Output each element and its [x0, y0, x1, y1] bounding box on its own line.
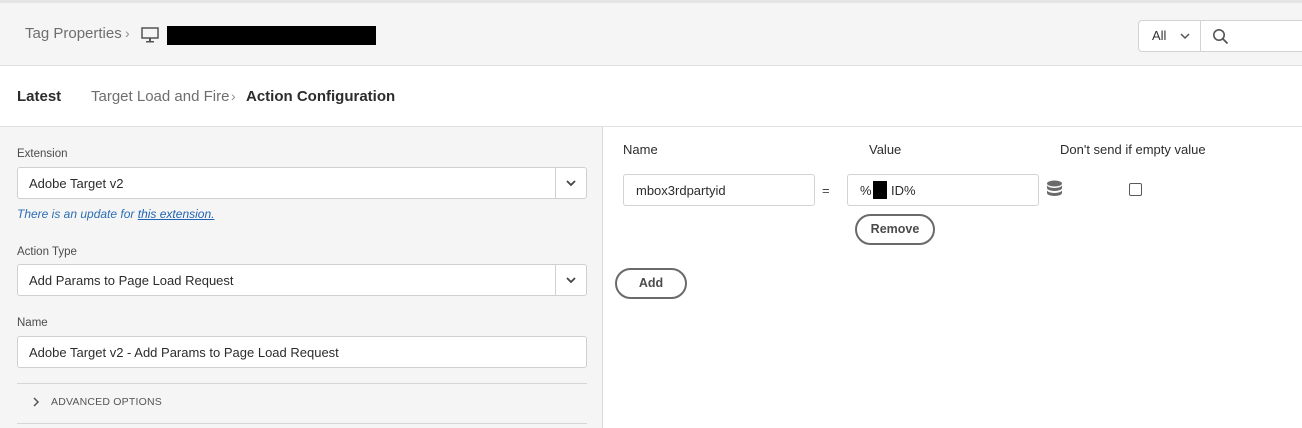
dont-send-if-empty-checkbox[interactable] — [1129, 183, 1142, 196]
chevron-right-icon[interactable] — [32, 396, 40, 408]
rule-breadcrumb-bar: Latest Target Load and Fire › Action Con… — [0, 66, 1302, 127]
action-type-label: Action Type — [17, 246, 77, 258]
action-config-pane: Extension Adobe Target v2 There is an up… — [0, 127, 603, 428]
param-value-suffix: ID% — [891, 183, 916, 198]
breadcrumb-rule[interactable]: Target Load and Fire — [91, 88, 229, 105]
action-type-dropdown-button[interactable] — [555, 265, 586, 295]
property-name-redacted — [167, 26, 376, 45]
add-param-button[interactable]: Add — [615, 268, 687, 299]
name-label: Name — [17, 317, 48, 329]
equals-sign: = — [822, 183, 830, 198]
action-name-field[interactable]: Adobe Target v2 - Add Params to Page Loa… — [17, 336, 587, 368]
search-icon[interactable] — [1212, 28, 1229, 45]
update-note-text: There is an update for — [17, 207, 138, 221]
extension-select[interactable]: Adobe Target v2 — [17, 167, 587, 199]
extension-label: Extension — [17, 148, 68, 160]
divider — [17, 383, 587, 384]
param-value-redacted — [873, 181, 887, 199]
breadcrumb-current: Action Configuration — [246, 88, 396, 105]
breadcrumb-separator: › — [231, 88, 236, 104]
database-icon[interactable] — [1046, 180, 1063, 199]
param-name-value: mbox3rdpartyid — [636, 183, 726, 198]
action-name-value: Adobe Target v2 - Add Params to Page Loa… — [29, 345, 339, 360]
divider — [17, 423, 587, 424]
chevron-down-icon — [566, 180, 576, 187]
breadcrumb-separator: › — [125, 25, 130, 41]
param-value-input[interactable]: % ID% — [847, 174, 1039, 206]
search-bar: All — [1138, 20, 1302, 52]
scope-filter-dropdown[interactable]: All — [1139, 21, 1201, 51]
extension-value: Adobe Target v2 — [29, 176, 124, 191]
chevron-down-icon — [1180, 33, 1190, 40]
property-header: Tag Properties › All — [0, 3, 1302, 66]
action-type-select[interactable]: Add Params to Page Load Request — [17, 264, 587, 296]
breadcrumb-tag-properties[interactable]: Tag Properties — [25, 25, 122, 42]
column-header-dont-send: Don't send if empty value — [1060, 142, 1206, 157]
extension-update-note: There is an update for this extension. — [17, 207, 214, 221]
param-name-input[interactable]: mbox3rdpartyid — [623, 174, 815, 206]
version-label[interactable]: Latest — [17, 88, 61, 105]
advanced-options-toggle[interactable]: ADVANCED OPTIONS — [51, 396, 162, 408]
monitor-icon — [141, 27, 159, 43]
remove-param-button[interactable]: Remove — [855, 214, 935, 245]
column-header-value: Value — [869, 142, 902, 157]
extension-dropdown-button[interactable] — [555, 168, 586, 198]
update-extension-link[interactable]: this extension. — [138, 207, 215, 221]
chevron-down-icon — [566, 277, 576, 284]
column-header-name: Name — [623, 142, 658, 157]
params-pane: Name Value Don't send if empty value mbo… — [603, 127, 1302, 428]
action-type-value: Add Params to Page Load Request — [29, 273, 234, 288]
scope-filter-label: All — [1152, 28, 1167, 43]
param-value-prefix: % — [860, 183, 872, 198]
